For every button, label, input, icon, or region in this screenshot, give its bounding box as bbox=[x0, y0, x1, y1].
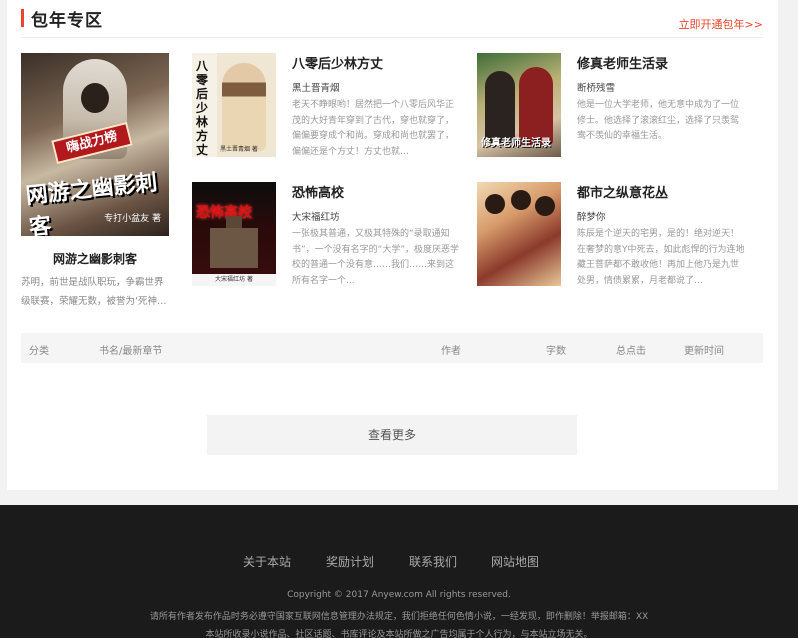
book-info: 恐怖高校 大宋福红坊 一张极其普通，又极其特殊的“录取通知书”，一个没有名字的“… bbox=[292, 182, 462, 289]
cover-title-art: 网游之幽影刺客 bbox=[24, 169, 159, 236]
section-accent-bar bbox=[21, 9, 24, 27]
footer-link-rewards[interactable]: 奖励计划 bbox=[326, 553, 374, 570]
book-author[interactable]: 大宋福红坊 bbox=[292, 209, 462, 223]
footer-copyright: Copyright © 2017 Anyew.com All rights re… bbox=[287, 590, 511, 600]
load-more-button[interactable]: 查看更多 bbox=[207, 415, 577, 455]
col-header-wordcount: 字数 bbox=[546, 346, 566, 357]
book-info: 八零后少林方丈 黑土晋青烟 老天不睁眼哟！居然把一个八零后风华正茂的大好青年穿到… bbox=[292, 53, 462, 160]
featured-book-cover[interactable]: 嗨战力榜 网游之幽影刺客 专打小盆友 著 bbox=[21, 53, 169, 236]
section-header: 包年专区 立即开通包年>> bbox=[21, 0, 763, 38]
col-header-category: 分类 bbox=[29, 346, 49, 357]
book-desc: 老天不睁眼哟！居然把一个八零后风华正茂的大好青年穿到了古代，穿也就穿了，偏偏要穿… bbox=[292, 100, 455, 157]
book-table-header: 分类 书名/最新章节 作者 字数 总点击 更新时间 bbox=[21, 333, 763, 363]
book-author[interactable]: 断桥残雪 bbox=[577, 80, 747, 94]
open-vip-link[interactable]: 立即开通包年>> bbox=[679, 16, 763, 32]
book-card[interactable]: 八零后少林方丈 黑土晋青烟 著 八零后少林方丈 黑土晋青烟 老天不睁眼哟！居然把… bbox=[192, 53, 462, 163]
book-author[interactable]: 醉梦你 bbox=[577, 209, 747, 223]
cover-figure bbox=[485, 194, 505, 214]
col-header-title: 书名/最新章节 bbox=[99, 346, 163, 357]
book-card[interactable]: 都市之纵意花丛 醉梦你 陈辰是个逆天的宅男，是的！绝对逆天！在奢梦的意Y中死去，… bbox=[477, 182, 747, 292]
book-desc: 陈辰是个逆天的宅男，是的！绝对逆天！在奢梦的意Y中死去，如此彪悍的行为连地藏王菩… bbox=[577, 229, 745, 286]
book-cover[interactable] bbox=[477, 182, 561, 286]
cover-figure-face bbox=[81, 83, 109, 113]
vip-section-panel: 包年专区 立即开通包年>> 嗨战力榜 网游之幽影刺客 专打小盆友 著 网游之幽影… bbox=[7, 0, 778, 490]
book-info: 修真老师生活录 断桥残雪 他是一位大学老师，他无意中成为了一位修士。他选择了滚滚… bbox=[577, 53, 747, 160]
book-author[interactable]: 黑土晋青烟 bbox=[292, 80, 462, 94]
site-footer: 关于本站 奖励计划 联系我们 网站地图 Copyright © 2017 Any… bbox=[0, 505, 798, 638]
book-cover[interactable]: 八零后少林方丈 黑土晋青烟 著 bbox=[192, 53, 276, 157]
cover-figure bbox=[511, 190, 531, 210]
book-title[interactable]: 八零后少林方丈 bbox=[292, 53, 462, 72]
cover-author-tag: 黑土晋青烟 著 bbox=[220, 146, 258, 153]
col-header-author: 作者 bbox=[441, 346, 461, 357]
footer-disclaimer: 本站所收录小说作品、社区话题、书库评论及本站所做之广告均属于个人行为，与本站立场… bbox=[205, 630, 593, 638]
book-title[interactable]: 修真老师生活录 bbox=[577, 53, 747, 72]
cover-vertical-title: 八零后少林方丈 bbox=[196, 59, 209, 157]
footer-notice: 请所有作者发布作品时务必遵守国家互联网信息管理办法规定，我们拒绝任何色情小说，一… bbox=[149, 612, 649, 622]
footer-link-sitemap[interactable]: 网站地图 bbox=[491, 553, 539, 570]
col-header-clicks: 总点击 bbox=[616, 346, 646, 357]
cover-author-tag: 大宋福红坊 著 bbox=[192, 274, 276, 286]
section-title: 包年专区 bbox=[31, 11, 103, 31]
footer-link-about[interactable]: 关于本站 bbox=[243, 553, 291, 570]
featured-book-desc: 苏明，前世是战队职玩，争霸世界级联赛，荣耀无数，被誉为‘死神… bbox=[21, 277, 167, 307]
footer-link-contact[interactable]: 联系我们 bbox=[409, 553, 457, 570]
book-card[interactable]: 修真老师生活录 修真老师生活录 断桥残雪 他是一位大学老师，他无意中成为了一位修… bbox=[477, 53, 747, 163]
cover-monk-figure bbox=[222, 63, 266, 151]
cover-building bbox=[210, 216, 258, 268]
featured-book[interactable]: 嗨战力榜 网游之幽影刺客 专打小盆友 著 网游之幽影刺客 苏明，前世是战队职玩，… bbox=[21, 53, 169, 311]
book-desc: 一张极其普通，又极其特殊的“录取通知书”，一个没有名字的“大学”，极度厌恶学校的… bbox=[292, 229, 459, 286]
book-info: 都市之纵意花丛 醉梦你 陈辰是个逆天的宅男，是的！绝对逆天！在奢梦的意Y中死去，… bbox=[577, 182, 747, 289]
cover-figure bbox=[535, 196, 555, 216]
book-title[interactable]: 恐怖高校 bbox=[292, 182, 462, 201]
cover-author-text: 专打小盆友 著 bbox=[104, 214, 161, 224]
col-header-updated: 更新时间 bbox=[684, 346, 724, 357]
book-title[interactable]: 都市之纵意花丛 bbox=[577, 182, 747, 201]
cover-figure bbox=[485, 71, 515, 143]
featured-book-title[interactable]: 网游之幽影刺客 bbox=[21, 250, 169, 267]
book-cover[interactable]: 修真老师生活录 bbox=[477, 53, 561, 157]
book-cover[interactable]: 恐怖高校 大宋福红坊 著 bbox=[192, 182, 276, 286]
book-desc: 他是一位大学老师，他无意中成为了一位修士。他选择了滚滚红尘，选择了只羡鸳鸯不羡仙… bbox=[577, 100, 740, 141]
cover-title-art: 修真老师生活录 bbox=[481, 138, 551, 149]
book-card[interactable]: 恐怖高校 大宋福红坊 著 恐怖高校 大宋福红坊 一张极其普通，又极其特殊的“录取… bbox=[192, 182, 462, 292]
